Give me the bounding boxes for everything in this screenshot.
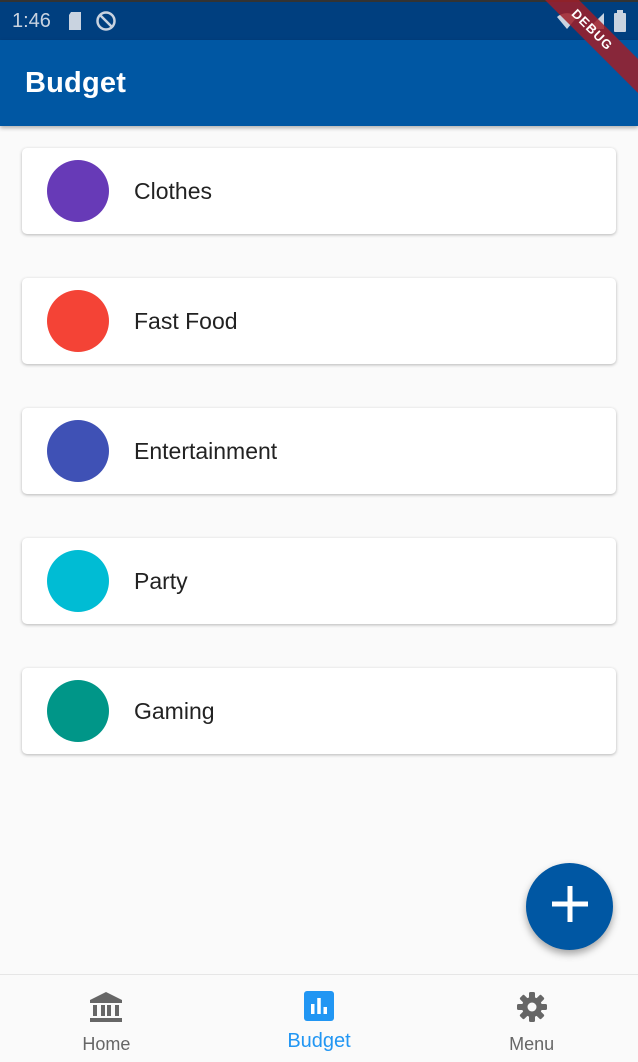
bar-chart-icon [304, 991, 334, 1026]
nav-label-budget: Budget [287, 1030, 351, 1052]
do-not-disturb-icon [95, 10, 117, 32]
category-list: Clothes Fast Food Entertainment Party Ga… [22, 148, 616, 798]
nav-item-menu[interactable]: Menu [425, 975, 638, 1062]
bottom-navigation: Home Budget Menu [0, 974, 638, 1062]
gear-icon [516, 991, 548, 1028]
category-card-gaming[interactable]: Gaming [22, 668, 616, 754]
status-time: 1:46 [12, 9, 51, 32]
bank-icon [89, 991, 123, 1028]
category-color-dot [47, 290, 109, 352]
category-label: Entertainment [134, 437, 278, 464]
plus-icon [550, 884, 590, 929]
nav-label-menu: Menu [509, 1034, 555, 1054]
category-card-entertainment[interactable]: Entertainment [22, 408, 616, 494]
page-title: Budget [25, 66, 127, 99]
category-card-party[interactable]: Party [22, 538, 616, 624]
category-color-dot [47, 160, 109, 222]
category-label: Fast Food [134, 307, 238, 334]
category-card-clothes[interactable]: Clothes [22, 148, 616, 234]
category-color-dot [47, 420, 109, 482]
status-bar: 1:46 [0, 0, 638, 40]
battery-icon [614, 10, 626, 38]
add-category-button[interactable] [526, 863, 613, 950]
category-label: Party [134, 567, 188, 594]
nav-label-home: Home [82, 1034, 131, 1054]
category-color-dot [47, 680, 109, 742]
nav-item-home[interactable]: Home [0, 975, 213, 1062]
category-color-dot [47, 550, 109, 612]
category-label: Clothes [134, 177, 212, 204]
category-card-fast-food[interactable]: Fast Food [22, 278, 616, 364]
sd-card-icon [67, 11, 83, 31]
category-label: Gaming [134, 697, 215, 724]
nav-item-budget[interactable]: Budget [213, 975, 426, 1062]
app-bar: Budget [0, 40, 638, 126]
